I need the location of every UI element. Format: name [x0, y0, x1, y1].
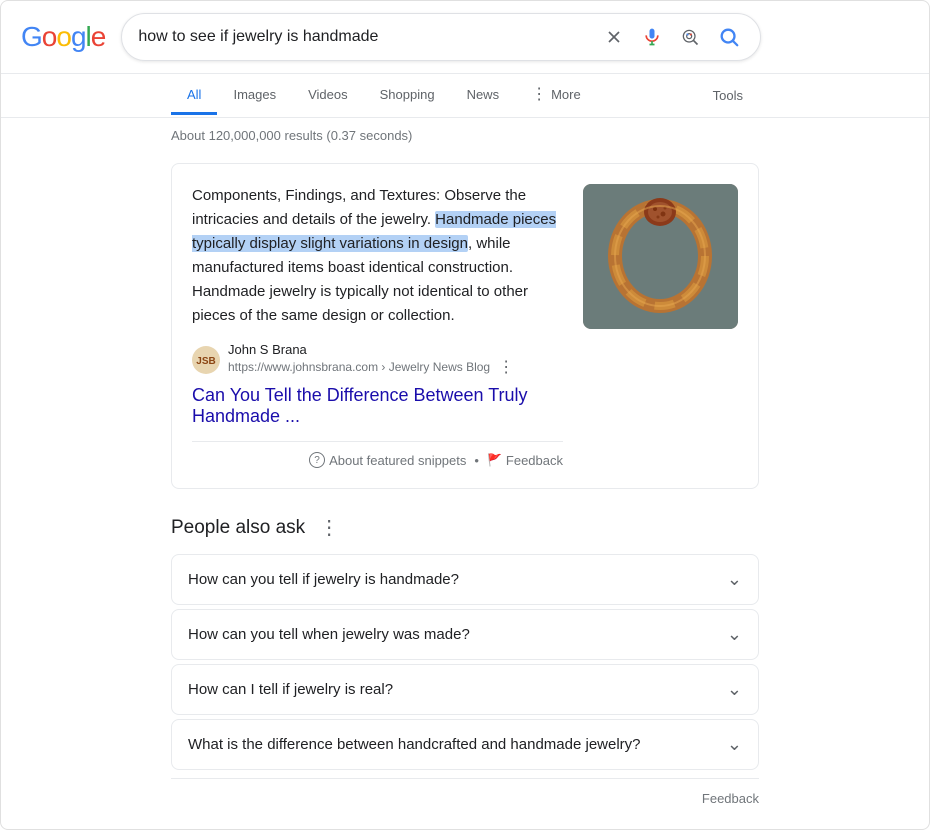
paa-item-2[interactable]: How can I tell if jewelry is real? ⌄: [171, 664, 759, 715]
snippet-feedback-button[interactable]: 🚩 Feedback: [487, 453, 563, 468]
tab-more[interactable]: ⋮ More: [515, 74, 597, 117]
paa-title: People also ask: [171, 517, 305, 539]
tab-images[interactable]: Images: [217, 77, 292, 115]
paa-item-3[interactable]: What is the difference between handcraft…: [171, 719, 759, 770]
tab-videos[interactable]: Videos: [292, 77, 364, 115]
snippet-source: JSB John S Brana https://www.johnsbrana.…: [192, 342, 563, 377]
source-favicon: JSB: [192, 346, 220, 374]
snippet-link[interactable]: Can You Tell the Difference Between Trul…: [192, 385, 563, 427]
nav-tabs: All Images Videos Shopping News ⋮ More T…: [1, 74, 929, 118]
paa-item-0[interactable]: How can you tell if jewelry is handmade?…: [171, 554, 759, 605]
search-icon-group: [600, 22, 744, 52]
tab-news[interactable]: News: [451, 77, 516, 115]
svg-text:JSB: JSB: [196, 356, 215, 367]
source-name: John S Brana: [228, 342, 563, 357]
paa-question-0: How can you tell if jewelry is handmade?: [188, 571, 459, 588]
search-submit-button[interactable]: [714, 22, 744, 52]
chevron-down-icon-2: ⌄: [727, 679, 742, 700]
flag-icon: 🚩: [487, 453, 502, 467]
bottom-feedback-button[interactable]: Feedback: [1, 783, 929, 814]
about-featured-snippets-link[interactable]: ? About featured snippets: [309, 452, 466, 468]
featured-snippet: Components, Findings, and Textures: Obse…: [171, 163, 759, 489]
chevron-down-icon-0: ⌄: [727, 569, 742, 590]
clear-search-button[interactable]: [600, 23, 628, 51]
image-search-button[interactable]: [676, 23, 704, 51]
source-url: https://www.johnsbrana.com › Jewelry New…: [228, 357, 563, 377]
header: Google how to see if jewelry is handmade: [1, 1, 929, 74]
divider: [171, 778, 759, 779]
snippet-image: [583, 184, 738, 329]
tools-button[interactable]: Tools: [697, 78, 759, 113]
paa-question-3: What is the difference between handcraft…: [188, 736, 641, 753]
paa-options-button[interactable]: ⋮: [313, 513, 345, 542]
tab-all[interactable]: All: [171, 77, 217, 115]
info-icon: ?: [309, 452, 325, 468]
results-summary: About 120,000,000 results (0.37 seconds): [1, 118, 929, 153]
search-bar: how to see if jewelry is handmade: [121, 13, 761, 61]
source-options-button[interactable]: ⋮: [494, 357, 519, 377]
search-input[interactable]: how to see if jewelry is handmade: [138, 28, 590, 46]
paa-header: People also ask ⋮: [171, 513, 759, 542]
snippet-feedback-label: Feedback: [506, 453, 563, 468]
chevron-down-icon-3: ⌄: [727, 734, 742, 755]
main-content: Components, Findings, and Textures: Obse…: [1, 163, 929, 489]
chevron-down-icon-1: ⌄: [727, 624, 742, 645]
snippet-footer: ? About featured snippets • 🚩 Feedback: [192, 441, 563, 468]
paa-question-2: How can I tell if jewelry is real?: [188, 681, 393, 698]
paa-question-1: How can you tell when jewelry was made?: [188, 626, 470, 643]
voice-search-button[interactable]: [638, 23, 666, 51]
about-featured-snippets-label: About featured snippets: [329, 453, 466, 468]
source-info: John S Brana https://www.johnsbrana.com …: [228, 342, 563, 377]
people-also-ask-section: People also ask ⋮ How can you tell if je…: [1, 513, 929, 770]
tab-shopping[interactable]: Shopping: [364, 77, 451, 115]
google-logo: Google: [21, 21, 105, 53]
snippet-text: Components, Findings, and Textures: Obse…: [192, 184, 563, 328]
paa-item-1[interactable]: How can you tell when jewelry was made? …: [171, 609, 759, 660]
dot-separator: •: [474, 453, 479, 468]
